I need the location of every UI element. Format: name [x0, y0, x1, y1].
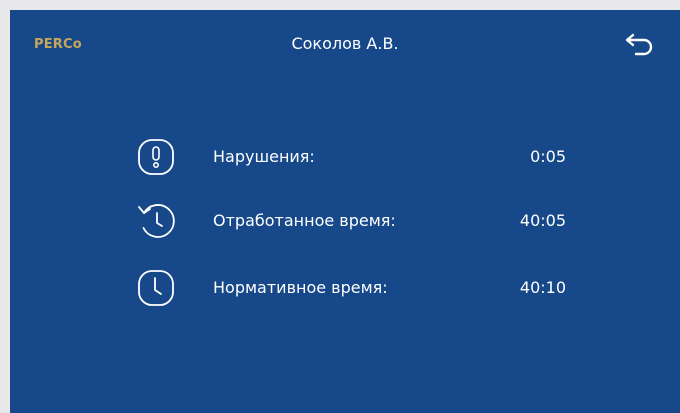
stat-row-worked-time: Отработанное время: 40:05 — [136, 201, 566, 241]
stat-value: 40:05 — [519, 211, 566, 230]
back-arrow-icon — [625, 33, 653, 56]
exclamation-icon — [136, 137, 176, 177]
stat-row-violations: Нарушения: 0:05 — [136, 137, 566, 177]
stat-value: 0:05 — [530, 147, 566, 166]
clock-icon — [136, 268, 176, 308]
back-button[interactable] — [624, 28, 656, 58]
stat-label: Отработанное время: — [213, 211, 396, 230]
page-title: Соколов А.В. — [291, 34, 399, 53]
stat-value: 40:10 — [519, 278, 566, 297]
stat-row-normative-time: Нормативное время: 40:10 — [136, 268, 566, 308]
stat-label: Нарушения: — [213, 147, 315, 166]
stat-label: Нормативное время: — [213, 278, 388, 297]
history-clock-icon — [136, 201, 176, 241]
screen: PERCo Соколов А.В. Нарушения: 0:05 Отраб… — [10, 10, 680, 413]
